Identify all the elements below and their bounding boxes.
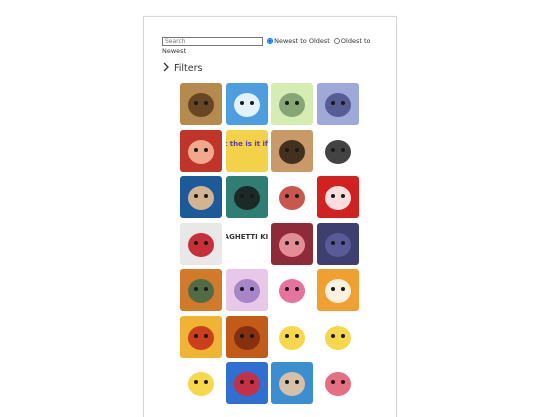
artwork-thumbnail-image [316, 129, 359, 172]
art-tile-4[interactable] [316, 83, 359, 125]
art-tile-26[interactable] [225, 362, 268, 404]
artwork-thumbnail-image [271, 83, 314, 125]
chevron-right-icon [162, 62, 172, 75]
art-tile-28[interactable] [316, 362, 359, 404]
search-sort-bar: Newest to Oldest Oldest to Newest [162, 36, 387, 56]
artwork-thumbnail-image [271, 176, 314, 218]
sort-newest-label: Newest to Oldest [274, 37, 330, 45]
artwork-thumbnail-image [180, 83, 222, 125]
sort-oldest-radio[interactable] [333, 38, 340, 44]
art-tile-17[interactable] [180, 269, 222, 311]
artwork-thumbnail-image [271, 362, 314, 404]
art-tile-14[interactable]: SPAGHETTI KING [225, 222, 268, 265]
artwork-thumbnail-image [271, 129, 314, 172]
art-tile-3[interactable] [271, 83, 314, 125]
art-tile-13[interactable] [180, 222, 222, 265]
art-tile-27[interactable] [271, 362, 314, 404]
artwork-thumbnail-image [225, 362, 268, 404]
artwork-thumbnail-image [316, 315, 359, 358]
art-tile-9[interactable] [180, 176, 222, 218]
artwork-thumbnail-image [225, 83, 268, 125]
artwork-thumbnail-image [180, 176, 222, 218]
artwork-thumbnail-image [180, 315, 222, 358]
art-tile-16[interactable] [316, 222, 359, 265]
art-tile-12[interactable] [316, 176, 359, 218]
art-tile-11[interactable] [271, 176, 314, 218]
art-tile-21[interactable] [180, 315, 222, 358]
search-input[interactable] [162, 36, 263, 46]
tile-caption: What the is it if Butt [226, 140, 268, 148]
artwork-thumbnail-image [225, 315, 268, 358]
art-tile-22[interactable] [225, 315, 268, 358]
art-tile-23[interactable] [271, 315, 314, 358]
art-tile-20[interactable] [316, 269, 359, 311]
artwork-thumbnail-image [316, 83, 359, 125]
tile-caption: SPAGHETTI KING [226, 233, 268, 241]
art-tile-19[interactable] [271, 269, 314, 311]
artwork-thumbnail-image [271, 269, 314, 311]
artwork-thumbnail-image [316, 222, 359, 265]
art-tile-10[interactable] [225, 176, 268, 218]
art-tile-5[interactable] [180, 129, 222, 172]
artwork-thumbnail-image [180, 362, 222, 404]
art-tile-8[interactable] [316, 129, 359, 172]
artwork-thumbnail-image [316, 176, 359, 218]
artwork-thumbnail-image [316, 269, 359, 311]
artwork-thumbnail-image [271, 315, 314, 358]
art-tile-7[interactable] [271, 129, 314, 172]
sort-newest-radio[interactable] [267, 38, 274, 44]
art-tile-6[interactable]: What the is it if Butt [225, 129, 268, 172]
art-tile-15[interactable] [271, 222, 314, 265]
gallery-panel: Newest to Oldest Oldest to Newest Filter… [143, 16, 397, 417]
art-tile-24[interactable] [316, 315, 359, 358]
artwork-thumbnail-image [225, 269, 268, 311]
artwork-thumbnail-image [180, 222, 222, 265]
filters-toggle[interactable]: Filters [162, 62, 202, 75]
art-tile-1[interactable] [180, 83, 222, 125]
art-tile-25[interactable] [180, 362, 222, 404]
artwork-thumbnail-image: What the is it if Butt [225, 129, 268, 172]
artwork-thumbnail-image: SPAGHETTI KING [225, 222, 268, 265]
artwork-thumbnail-image [271, 222, 314, 265]
art-tile-2[interactable] [225, 83, 268, 125]
filters-label: Filters [174, 63, 203, 74]
artwork-grid: What the is it if Butt SPAGHETTI KING [180, 83, 359, 404]
art-tile-18[interactable] [225, 269, 268, 311]
artwork-thumbnail-image [225, 176, 268, 218]
artwork-thumbnail-image [316, 362, 359, 404]
artwork-thumbnail-image [180, 129, 222, 172]
artwork-thumbnail-image [180, 269, 222, 311]
